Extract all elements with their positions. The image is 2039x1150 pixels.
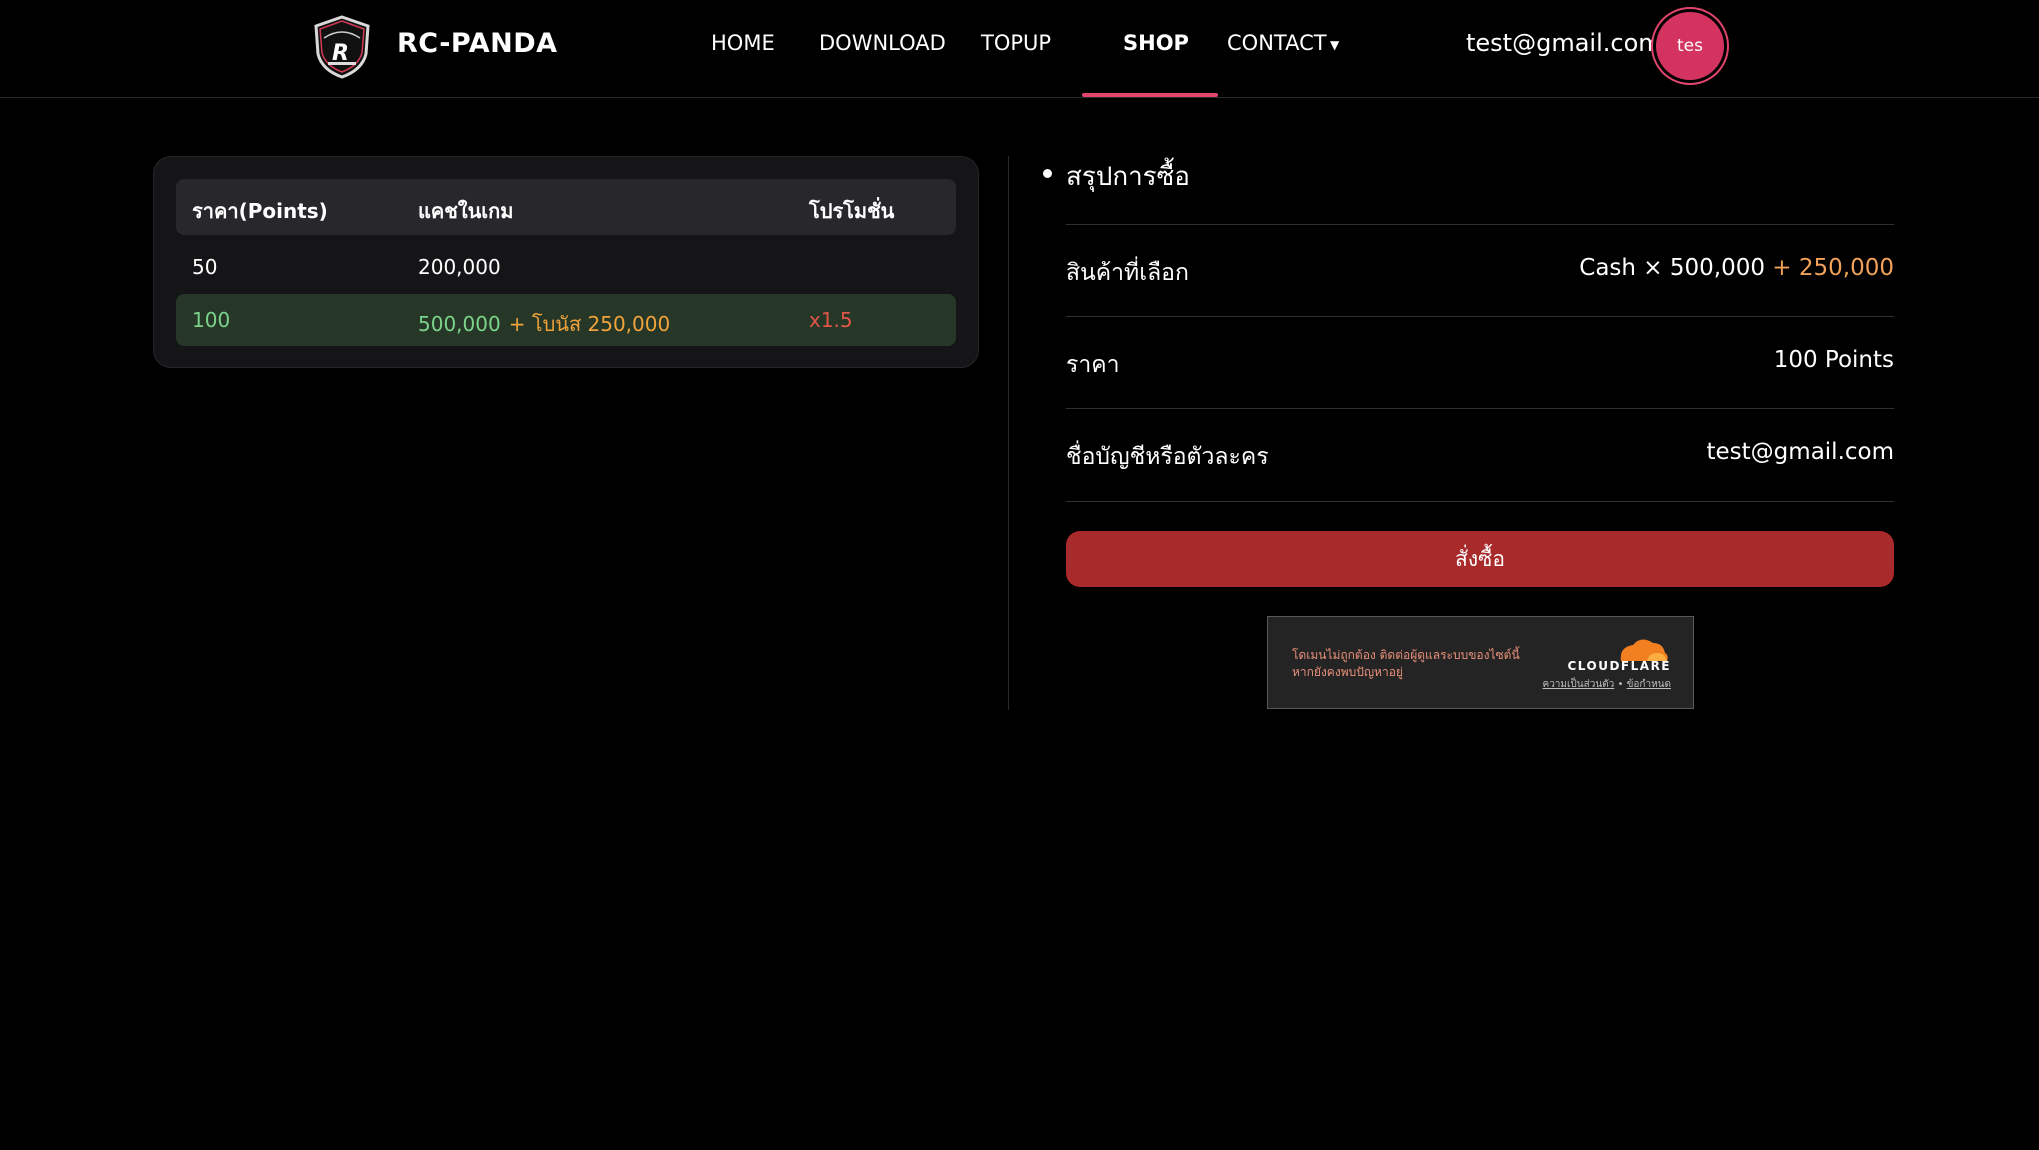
- vertical-divider: [1008, 156, 1009, 710]
- nav-home[interactable]: HOME: [711, 31, 775, 55]
- cloudflare-brand: CLOUDFLARE: [1567, 659, 1671, 673]
- price-value: 100 Points: [1773, 347, 1894, 373]
- cloudflare-links: ความเป็นส่วนตัว • ข้อกำหนด: [1543, 677, 1672, 692]
- nav-contact[interactable]: CONTACT: [1227, 31, 1327, 55]
- cloudflare-error-message: โดเมนไม่ถูกต้อง ติดต่อผู้ดูแลระบบของไซต์…: [1292, 648, 1520, 679]
- price-table-card: ราคา(Points) แคชในเกม โปรโมชั่น 50 200,0…: [153, 156, 979, 368]
- nav-download[interactable]: DOWNLOAD: [819, 31, 946, 55]
- row-points: 100: [192, 308, 231, 332]
- selected-product-value: Cash × 500,000 + 250,000: [1579, 255, 1894, 281]
- terms-link[interactable]: ข้อกำหนด: [1627, 679, 1671, 690]
- table-row[interactable]: 50 200,000: [176, 241, 956, 293]
- row-cash: 200,000: [418, 255, 501, 279]
- nav-topup[interactable]: TOPUP: [981, 31, 1051, 55]
- summary-title: สรุปการซื้อ: [1066, 162, 1190, 192]
- account-label: ชื่อบัญชีหรือตัวละคร: [1066, 444, 1269, 470]
- nav-shop[interactable]: SHOP: [1123, 31, 1189, 55]
- selected-product-label: สินค้าที่เลือก: [1066, 260, 1189, 286]
- row-points: 50: [192, 255, 218, 279]
- divider: [1066, 408, 1894, 409]
- column-header-points: ราคา(Points): [192, 199, 328, 223]
- chevron-down-icon[interactable]: ▼: [1330, 38, 1339, 52]
- link-separator: •: [1617, 679, 1624, 690]
- column-header-promotion: โปรโมชั่น: [809, 199, 895, 223]
- rc-panda-logo-icon[interactable]: R: [310, 14, 374, 80]
- order-button[interactable]: สั่งซื้อ: [1066, 531, 1894, 587]
- brand-name[interactable]: RC-PANDA: [397, 28, 558, 59]
- selected-product-bonus: + 250,000: [1772, 255, 1894, 281]
- row-cash: 500,000: [418, 312, 501, 336]
- divider: [1066, 316, 1894, 317]
- table-row-selected[interactable]: 100 500,000 + โบนัส 250,000 x1.5: [176, 294, 956, 346]
- cloudflare-turnstile-widget[interactable]: โดเมนไม่ถูกต้อง ติดต่อผู้ดูแลระบบของไซต์…: [1267, 616, 1694, 709]
- avatar[interactable]: tes: [1656, 12, 1724, 80]
- top-navbar: R RC-PANDA HOME DOWNLOAD TOPUP SHOP CONT…: [0, 0, 2039, 98]
- user-email[interactable]: test@gmail.com: [1466, 29, 1662, 57]
- divider: [1066, 501, 1894, 502]
- table-header: ราคา(Points) แคชในเกม โปรโมชั่น: [176, 179, 956, 235]
- active-tab-indicator: [1082, 93, 1218, 97]
- selected-product-cash: Cash × 500,000: [1579, 255, 1765, 281]
- account-value: test@gmail.com: [1706, 439, 1894, 465]
- row-promotion: x1.5: [809, 308, 853, 332]
- privacy-link[interactable]: ความเป็นส่วนตัว: [1543, 679, 1615, 690]
- divider: [1066, 224, 1894, 225]
- row-cash-cell: 500,000 + โบนัส 250,000: [418, 308, 670, 340]
- row-bonus: + โบนัส 250,000: [508, 312, 671, 336]
- column-header-cash: แคชในเกม: [418, 199, 514, 223]
- bullet-icon: [1043, 169, 1052, 178]
- price-label: ราคา: [1066, 352, 1120, 378]
